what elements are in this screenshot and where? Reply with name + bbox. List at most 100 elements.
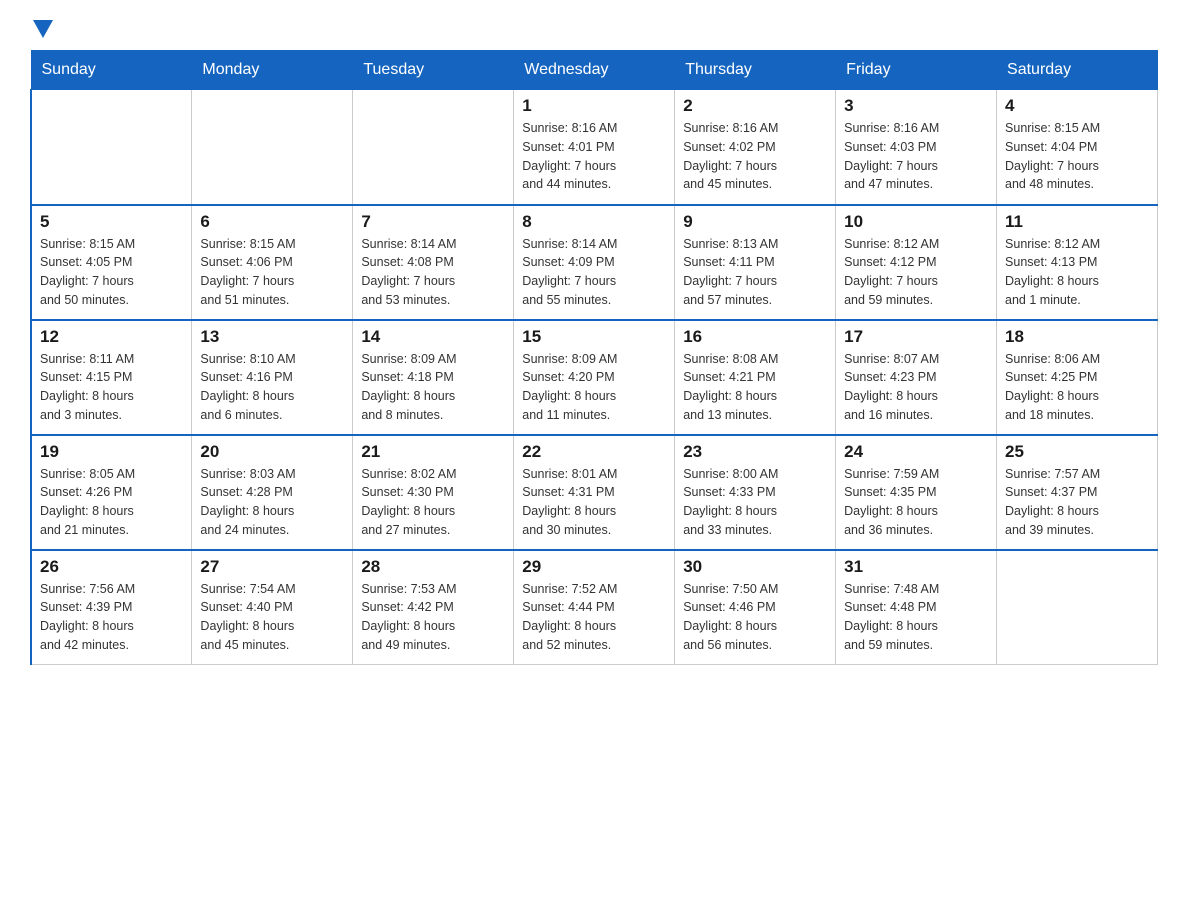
calendar-cell: 30 Sunrise: 7:50 AM Sunset: 4:46 PM Dayli… <box>675 550 836 665</box>
logo-triangle-icon <box>33 20 53 38</box>
calendar-week-row: 26 Sunrise: 7:56 AM Sunset: 4:39 PM Dayli… <box>31 550 1158 665</box>
day-info: Sunrise: 7:48 AM Sunset: 4:48 PM Dayligh… <box>844 580 988 655</box>
day-info: Sunrise: 8:09 AM Sunset: 4:18 PM Dayligh… <box>361 350 505 425</box>
calendar-cell: 21 Sunrise: 8:02 AM Sunset: 4:30 PM Dayli… <box>353 435 514 550</box>
day-info: Sunrise: 8:00 AM Sunset: 4:33 PM Dayligh… <box>683 465 827 540</box>
calendar-cell: 25 Sunrise: 7:57 AM Sunset: 4:37 PM Dayli… <box>997 435 1158 550</box>
calendar-cell: 5 Sunrise: 8:15 AM Sunset: 4:05 PM Daylig… <box>31 205 192 320</box>
day-info: Sunrise: 8:14 AM Sunset: 4:08 PM Dayligh… <box>361 235 505 310</box>
day-number: 8 <box>522 212 666 232</box>
day-info: Sunrise: 8:16 AM Sunset: 4:02 PM Dayligh… <box>683 119 827 194</box>
calendar-table: SundayMondayTuesdayWednesdayThursdayFrid… <box>30 50 1158 665</box>
calendar-cell: 7 Sunrise: 8:14 AM Sunset: 4:08 PM Daylig… <box>353 205 514 320</box>
day-info: Sunrise: 7:54 AM Sunset: 4:40 PM Dayligh… <box>200 580 344 655</box>
day-info: Sunrise: 8:12 AM Sunset: 4:12 PM Dayligh… <box>844 235 988 310</box>
calendar-cell: 26 Sunrise: 7:56 AM Sunset: 4:39 PM Dayli… <box>31 550 192 665</box>
day-number: 5 <box>40 212 183 232</box>
day-number: 6 <box>200 212 344 232</box>
calendar-cell: 11 Sunrise: 8:12 AM Sunset: 4:13 PM Dayli… <box>997 205 1158 320</box>
day-number: 19 <box>40 442 183 462</box>
day-number: 20 <box>200 442 344 462</box>
day-info: Sunrise: 8:15 AM Sunset: 4:04 PM Dayligh… <box>1005 119 1149 194</box>
day-number: 27 <box>200 557 344 577</box>
calendar-cell: 8 Sunrise: 8:14 AM Sunset: 4:09 PM Daylig… <box>514 205 675 320</box>
day-info: Sunrise: 8:14 AM Sunset: 4:09 PM Dayligh… <box>522 235 666 310</box>
day-number: 22 <box>522 442 666 462</box>
day-number: 3 <box>844 96 988 116</box>
column-header-saturday: Saturday <box>997 51 1158 90</box>
day-info: Sunrise: 8:13 AM Sunset: 4:11 PM Dayligh… <box>683 235 827 310</box>
calendar-cell: 17 Sunrise: 8:07 AM Sunset: 4:23 PM Dayli… <box>836 320 997 435</box>
calendar-week-row: 5 Sunrise: 8:15 AM Sunset: 4:05 PM Daylig… <box>31 205 1158 320</box>
day-info: Sunrise: 8:08 AM Sunset: 4:21 PM Dayligh… <box>683 350 827 425</box>
column-header-friday: Friday <box>836 51 997 90</box>
calendar-cell <box>192 90 353 205</box>
day-info: Sunrise: 8:05 AM Sunset: 4:26 PM Dayligh… <box>40 465 183 540</box>
day-info: Sunrise: 8:07 AM Sunset: 4:23 PM Dayligh… <box>844 350 988 425</box>
column-header-tuesday: Tuesday <box>353 51 514 90</box>
day-info: Sunrise: 7:56 AM Sunset: 4:39 PM Dayligh… <box>40 580 183 655</box>
day-number: 30 <box>683 557 827 577</box>
column-header-sunday: Sunday <box>31 51 192 90</box>
day-info: Sunrise: 7:50 AM Sunset: 4:46 PM Dayligh… <box>683 580 827 655</box>
day-info: Sunrise: 8:10 AM Sunset: 4:16 PM Dayligh… <box>200 350 344 425</box>
calendar-week-row: 12Sunrise: 8:11 AM Sunset: 4:15 PM Dayli… <box>31 320 1158 435</box>
day-number: 18 <box>1005 327 1149 347</box>
day-number: 2 <box>683 96 827 116</box>
day-number: 17 <box>844 327 988 347</box>
calendar-cell: 22Sunrise: 8:01 AM Sunset: 4:31 PM Dayli… <box>514 435 675 550</box>
day-number: 11 <box>1005 212 1149 232</box>
calendar-cell: 31Sunrise: 7:48 AM Sunset: 4:48 PM Dayli… <box>836 550 997 665</box>
logo <box>30 20 53 40</box>
day-info: Sunrise: 8:02 AM Sunset: 4:30 PM Dayligh… <box>361 465 505 540</box>
day-number: 29 <box>522 557 666 577</box>
day-number: 10 <box>844 212 988 232</box>
day-info: Sunrise: 7:57 AM Sunset: 4:37 PM Dayligh… <box>1005 465 1149 540</box>
day-info: Sunrise: 8:15 AM Sunset: 4:05 PM Dayligh… <box>40 235 183 310</box>
calendar-cell: 28 Sunrise: 7:53 AM Sunset: 4:42 PM Dayli… <box>353 550 514 665</box>
calendar-cell: 19 Sunrise: 8:05 AM Sunset: 4:26 PM Dayli… <box>31 435 192 550</box>
column-header-thursday: Thursday <box>675 51 836 90</box>
day-number: 15 <box>522 327 666 347</box>
page-header <box>30 20 1158 40</box>
calendar-cell: 20Sunrise: 8:03 AM Sunset: 4:28 PM Dayli… <box>192 435 353 550</box>
calendar-cell: 24 Sunrise: 7:59 AM Sunset: 4:35 PM Dayli… <box>836 435 997 550</box>
calendar-cell: 29 Sunrise: 7:52 AM Sunset: 4:44 PM Dayli… <box>514 550 675 665</box>
day-info: Sunrise: 8:16 AM Sunset: 4:01 PM Dayligh… <box>522 119 666 194</box>
day-info: Sunrise: 7:53 AM Sunset: 4:42 PM Dayligh… <box>361 580 505 655</box>
calendar-cell <box>31 90 192 205</box>
calendar-cell: 27 Sunrise: 7:54 AM Sunset: 4:40 PM Dayli… <box>192 550 353 665</box>
day-info: Sunrise: 8:09 AM Sunset: 4:20 PM Dayligh… <box>522 350 666 425</box>
calendar-cell: 10 Sunrise: 8:12 AM Sunset: 4:12 PM Dayli… <box>836 205 997 320</box>
column-header-monday: Monday <box>192 51 353 90</box>
calendar-cell: 1 Sunrise: 8:16 AM Sunset: 4:01 PM Daylig… <box>514 90 675 205</box>
calendar-cell: 9 Sunrise: 8:13 AM Sunset: 4:11 PM Daylig… <box>675 205 836 320</box>
day-number: 28 <box>361 557 505 577</box>
calendar-cell <box>997 550 1158 665</box>
day-info: Sunrise: 8:12 AM Sunset: 4:13 PM Dayligh… <box>1005 235 1149 310</box>
column-header-wednesday: Wednesday <box>514 51 675 90</box>
calendar-cell: 2 Sunrise: 8:16 AM Sunset: 4:02 PM Daylig… <box>675 90 836 205</box>
calendar-cell: 12Sunrise: 8:11 AM Sunset: 4:15 PM Dayli… <box>31 320 192 435</box>
calendar-cell: 18 Sunrise: 8:06 AM Sunset: 4:25 PM Dayli… <box>997 320 1158 435</box>
day-number: 26 <box>40 557 183 577</box>
day-number: 14 <box>361 327 505 347</box>
calendar-header-row: SundayMondayTuesdayWednesdayThursdayFrid… <box>31 51 1158 90</box>
day-number: 9 <box>683 212 827 232</box>
day-number: 23 <box>683 442 827 462</box>
day-number: 25 <box>1005 442 1149 462</box>
day-info: Sunrise: 7:59 AM Sunset: 4:35 PM Dayligh… <box>844 465 988 540</box>
day-number: 24 <box>844 442 988 462</box>
day-number: 16 <box>683 327 827 347</box>
day-info: Sunrise: 8:15 AM Sunset: 4:06 PM Dayligh… <box>200 235 344 310</box>
day-info: Sunrise: 8:16 AM Sunset: 4:03 PM Dayligh… <box>844 119 988 194</box>
day-number: 7 <box>361 212 505 232</box>
calendar-cell <box>353 90 514 205</box>
day-number: 1 <box>522 96 666 116</box>
day-number: 4 <box>1005 96 1149 116</box>
day-number: 21 <box>361 442 505 462</box>
calendar-cell: 15 Sunrise: 8:09 AM Sunset: 4:20 PM Dayli… <box>514 320 675 435</box>
day-info: Sunrise: 8:06 AM Sunset: 4:25 PM Dayligh… <box>1005 350 1149 425</box>
calendar-cell: 16 Sunrise: 8:08 AM Sunset: 4:21 PM Dayli… <box>675 320 836 435</box>
day-info: Sunrise: 7:52 AM Sunset: 4:44 PM Dayligh… <box>522 580 666 655</box>
